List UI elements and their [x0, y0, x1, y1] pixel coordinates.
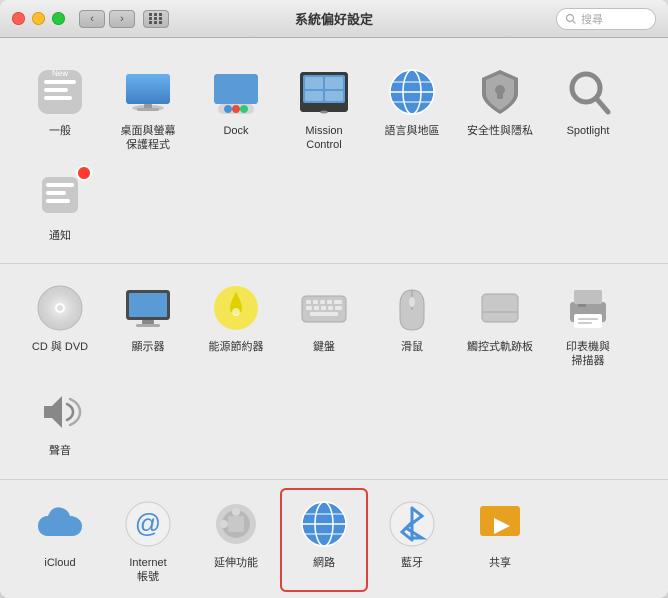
pref-bluetooth[interactable]: 藍牙: [368, 488, 456, 593]
pref-internet[interactable]: @ Internet帳號: [104, 488, 192, 593]
cddvd-label: CD 與 DVD: [32, 340, 88, 354]
section-internet: iCloud @ Internet帳號: [0, 480, 668, 598]
bluetooth-label: 藍牙: [401, 556, 423, 570]
mission-control-icon: [296, 64, 352, 120]
sharing-label: 共享: [489, 556, 511, 570]
pref-energy[interactable]: 能源節約器: [192, 272, 280, 377]
notification-label: 通知: [49, 229, 71, 243]
internet-icons: iCloud @ Internet帳號: [16, 488, 652, 593]
icloud-label: iCloud: [44, 556, 75, 570]
keyboard-icon: [296, 280, 352, 336]
security-label: 安全性與隱私: [467, 124, 533, 138]
sharing-icon: [472, 496, 528, 552]
grid-view-button[interactable]: [143, 10, 169, 28]
pref-dock[interactable]: Dock: [192, 56, 280, 161]
system-preferences-window: ‹ › 系統偏好設定 搜尋: [0, 0, 668, 598]
mouse-label: 滑鼠: [401, 340, 423, 354]
search-placeholder: 搜尋: [581, 11, 603, 27]
language-label: 語言與地區: [385, 124, 440, 138]
spotlight-icon: [560, 64, 616, 120]
search-box[interactable]: 搜尋: [556, 8, 656, 30]
mouse-icon: [384, 280, 440, 336]
mission-control-label: MissionControl: [305, 124, 342, 153]
pref-notification[interactable]: 通知: [16, 161, 104, 251]
pref-extensions[interactable]: 延伸功能: [192, 488, 280, 593]
pref-language[interactable]: 語言與地區: [368, 56, 456, 161]
notification-badge: [76, 165, 92, 181]
pref-mouse[interactable]: 滑鼠: [368, 272, 456, 377]
pref-network[interactable]: 網路: [280, 488, 368, 593]
internet-icon: @: [120, 496, 176, 552]
back-button[interactable]: ‹: [79, 10, 105, 28]
pref-general[interactable]: New 一般: [16, 56, 104, 161]
energy-label: 能源節約器: [209, 340, 264, 354]
forward-button[interactable]: ›: [109, 10, 135, 28]
cddvd-icon: [32, 280, 88, 336]
window-title: 系統偏好設定: [295, 9, 373, 28]
fullscreen-button[interactable]: [52, 12, 65, 25]
notification-icon: [32, 169, 88, 225]
network-icon: [296, 496, 352, 552]
sound-icon: [32, 384, 88, 440]
dock-label: Dock: [223, 124, 248, 138]
icloud-icon: [32, 496, 88, 552]
pref-mission-control[interactable]: MissionControl: [280, 56, 368, 161]
pref-display[interactable]: 顯示器: [104, 272, 192, 377]
pref-sound[interactable]: 聲音: [16, 376, 104, 466]
minimize-button[interactable]: [32, 12, 45, 25]
personal-icons: New 一般: [16, 56, 652, 251]
preferences-content: New 一般: [0, 38, 668, 598]
printer-label: 印表機與掃描器: [566, 340, 610, 369]
pref-desktop[interactable]: 桌面與螢幕保護程式: [104, 56, 192, 161]
general-label: 一般: [49, 124, 71, 138]
display-icon: [120, 280, 176, 336]
network-label: 網路: [313, 556, 335, 570]
trackpad-label: 觸控式軌跡板: [467, 340, 533, 354]
pref-icloud[interactable]: iCloud: [16, 488, 104, 593]
security-icon: [472, 64, 528, 120]
grid-icon: [149, 13, 163, 24]
general-icon: New: [32, 64, 88, 120]
svg-text:New: New: [52, 69, 68, 78]
section-hardware: CD 與 DVD 顯示器: [0, 264, 668, 480]
svg-text:@: @: [135, 508, 161, 538]
energy-icon: [208, 280, 264, 336]
extensions-icon: [208, 496, 264, 552]
bluetooth-icon: [384, 496, 440, 552]
pref-sharing[interactable]: 共享: [456, 488, 544, 593]
display-label: 顯示器: [132, 340, 165, 354]
pref-cddvd[interactable]: CD 與 DVD: [16, 272, 104, 377]
desktop-label: 桌面與螢幕保護程式: [121, 124, 176, 153]
desktop-icon: [120, 64, 176, 120]
nav-buttons: ‹ ›: [79, 10, 135, 28]
printer-icon: [560, 280, 616, 336]
dock-icon: [208, 64, 264, 120]
pref-printer[interactable]: 印表機與掃描器: [544, 272, 632, 377]
language-icon: [384, 64, 440, 120]
pref-security[interactable]: 安全性與隱私: [456, 56, 544, 161]
pref-keyboard[interactable]: 鍵盤: [280, 272, 368, 377]
section-personal: New 一般: [0, 48, 668, 264]
titlebar: ‹ › 系統偏好設定 搜尋: [0, 0, 668, 38]
pref-trackpad[interactable]: 觸控式軌跡板: [456, 272, 544, 377]
close-button[interactable]: [12, 12, 25, 25]
keyboard-label: 鍵盤: [313, 340, 335, 354]
hardware-icons: CD 與 DVD 顯示器: [16, 272, 652, 467]
extensions-label: 延伸功能: [214, 556, 258, 570]
spotlight-label: Spotlight: [567, 124, 610, 138]
trackpad-icon: [472, 280, 528, 336]
pref-spotlight[interactable]: Spotlight: [544, 56, 632, 161]
traffic-lights: [12, 12, 65, 25]
search-icon: [565, 13, 577, 25]
sound-label: 聲音: [49, 444, 71, 458]
internet-label: Internet帳號: [129, 556, 166, 585]
